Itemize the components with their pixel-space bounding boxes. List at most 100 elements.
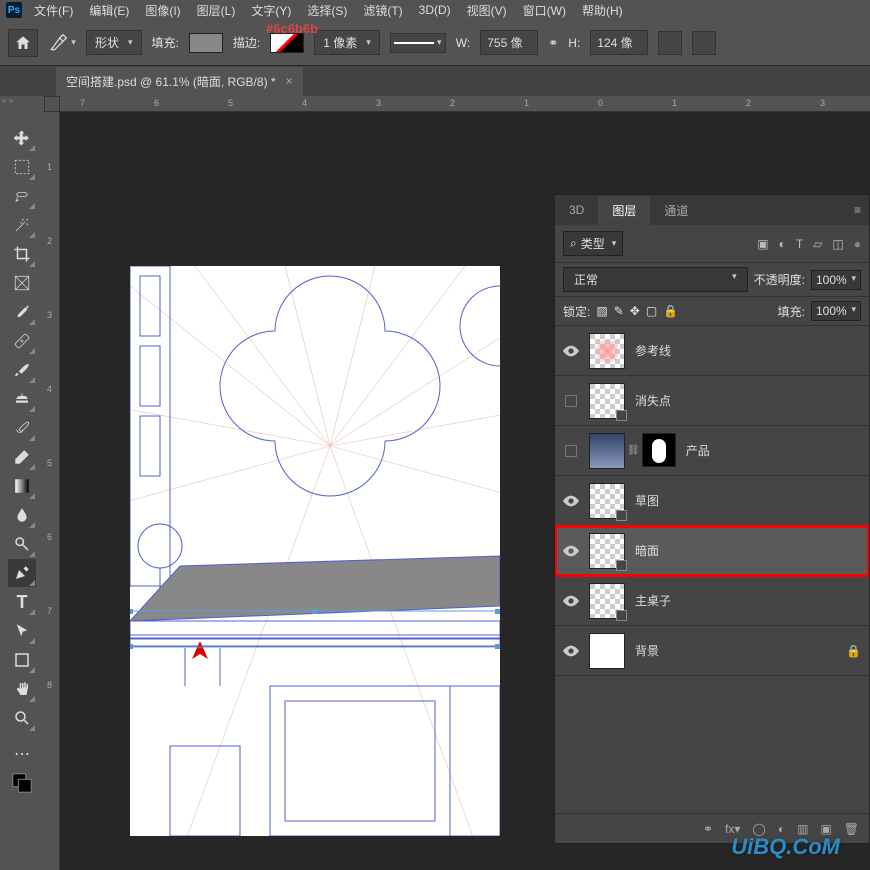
delete-layer-icon[interactable]: 🗑 (844, 822, 859, 836)
visibility-toggle[interactable] (563, 343, 579, 359)
lock-pixels-icon[interactable]: ✎ (614, 304, 624, 318)
layer-thumb[interactable] (589, 433, 625, 469)
pen-tool-indicator[interactable]: ▾ (48, 31, 76, 55)
layer-thumb[interactable] (589, 633, 625, 669)
link-icon[interactable]: ⛓ (627, 445, 640, 456)
link-wh-icon[interactable]: ⚭ (548, 36, 558, 50)
lock-position-icon[interactable]: ✥ (630, 304, 640, 318)
magic-wand-tool[interactable] (8, 211, 36, 239)
filter-smart-icon[interactable]: ◫ (832, 237, 843, 251)
hand-tool[interactable] (8, 675, 36, 703)
marquee-tool[interactable] (8, 153, 36, 181)
menu-window[interactable]: 窗口(W) (519, 0, 570, 21)
stroke-width-input[interactable]: 1 像素▾ (314, 30, 380, 55)
menu-file[interactable]: 文件(F) (30, 0, 77, 21)
menu-layer[interactable]: 图层(L) (193, 0, 240, 21)
color-swatches[interactable] (8, 769, 36, 797)
layer-thumb[interactable] (589, 383, 625, 419)
tab-3d[interactable]: 3D (555, 197, 598, 223)
filter-toggle-icon[interactable]: ● (854, 237, 861, 251)
layer-name[interactable]: 产品 (686, 442, 710, 459)
history-brush-tool[interactable] (8, 414, 36, 442)
pen-tool[interactable] (8, 559, 36, 587)
frame-tool[interactable] (8, 269, 36, 297)
lasso-tool[interactable] (8, 182, 36, 210)
layer-row[interactable]: 参考线 (555, 326, 869, 376)
filter-shape-icon[interactable]: ▱ (813, 237, 822, 251)
type-tool[interactable]: T (8, 588, 36, 616)
layer-name[interactable]: 消失点 (635, 392, 671, 409)
layer-name[interactable]: 草图 (635, 492, 659, 509)
fill-swatch[interactable] (189, 33, 223, 53)
lock-trans-icon[interactable]: ▨ (596, 304, 607, 318)
layer-row[interactable]: 主桌子 (555, 576, 869, 626)
layer-name[interactable]: 暗面 (635, 542, 659, 559)
menu-image[interactable]: 图像(I) (141, 0, 184, 21)
blur-tool[interactable] (8, 501, 36, 529)
layer-name[interactable]: 主桌子 (635, 592, 671, 609)
edit-toolbar-icon[interactable]: ⋯ (8, 740, 36, 768)
layer-row-selected[interactable]: 暗面 (555, 526, 869, 576)
brush-tool[interactable] (8, 356, 36, 384)
blend-mode-dropdown[interactable]: 正常▾ (563, 267, 748, 292)
canvas[interactable] (130, 266, 500, 836)
layer-row[interactable]: ⛓ 产品 (555, 426, 869, 476)
clone-stamp-tool[interactable] (8, 385, 36, 413)
opacity-input[interactable]: 100%▾ (811, 270, 861, 290)
zoom-tool[interactable] (8, 704, 36, 732)
layer-row[interactable]: 背景 🔒 (555, 626, 869, 676)
height-input[interactable]: 124 像 (590, 30, 648, 55)
mask-thumb[interactable] (642, 433, 676, 467)
layer-row[interactable]: 消失点 (555, 376, 869, 426)
layer-thumb[interactable] (589, 333, 625, 369)
visibility-toggle[interactable] (563, 493, 579, 509)
visibility-toggle[interactable] (563, 543, 579, 559)
lock-all-icon[interactable]: 🔒 (663, 304, 678, 318)
shape-tool[interactable] (8, 646, 36, 674)
filter-type-dropdown[interactable]: ⌕ 类型 ▾ (563, 231, 623, 256)
path-select-tool[interactable] (8, 617, 36, 645)
home-button[interactable] (8, 29, 38, 57)
filter-pixel-icon[interactable]: ▣ (757, 237, 768, 251)
filter-adjust-icon[interactable]: ◐ (779, 237, 786, 251)
close-tab-icon[interactable]: × (286, 74, 293, 88)
menu-3d[interactable]: 3D(D) (415, 1, 455, 19)
menu-help[interactable]: 帮助(H) (578, 0, 627, 21)
menu-select[interactable]: 选择(S) (303, 0, 351, 21)
move-tool[interactable] (8, 124, 36, 152)
path-ops-button[interactable] (658, 31, 682, 55)
healing-tool[interactable] (8, 327, 36, 355)
path-align-button[interactable] (692, 31, 716, 55)
menu-view[interactable]: 视图(V) (463, 0, 511, 21)
visibility-toggle[interactable] (563, 393, 579, 409)
layer-name[interactable]: 背景 (635, 642, 659, 659)
tool-mode-dropdown[interactable]: 形状▾ (86, 30, 142, 55)
menu-edit[interactable]: 编辑(E) (85, 0, 133, 21)
fill-opacity-input[interactable]: 100%▾ (811, 301, 861, 321)
eraser-tool[interactable] (8, 443, 36, 471)
document-tab[interactable]: 空间搭建.psd @ 61.1% (暗面, RGB/8) * × (56, 67, 303, 96)
tab-layers[interactable]: 图层 (598, 196, 650, 225)
toolbar-handle-icon[interactable]: « » (2, 96, 13, 104)
tab-channels[interactable]: 通道 (650, 196, 702, 225)
panel-menu-icon[interactable]: ≡ (854, 203, 861, 217)
link-layers-icon[interactable]: ⚭ (703, 822, 713, 836)
width-input[interactable]: 755 像 (480, 30, 538, 55)
crop-tool[interactable] (8, 240, 36, 268)
visibility-toggle[interactable] (563, 443, 579, 459)
layer-thumb[interactable] (589, 533, 625, 569)
menu-type[interactable]: 文字(Y) (247, 0, 295, 21)
dodge-tool[interactable] (8, 530, 36, 558)
eyedropper-tool[interactable] (8, 298, 36, 326)
layer-name[interactable]: 参考线 (635, 342, 671, 359)
layer-thumb[interactable] (589, 483, 625, 519)
visibility-toggle[interactable] (563, 593, 579, 609)
lock-artboard-icon[interactable]: ▢ (646, 304, 657, 318)
menu-filter[interactable]: 滤镜(T) (359, 0, 406, 21)
layer-thumb[interactable] (589, 583, 625, 619)
gradient-tool[interactable] (8, 472, 36, 500)
layer-row[interactable]: 草图 (555, 476, 869, 526)
visibility-toggle[interactable] (563, 643, 579, 659)
stroke-style-dropdown[interactable]: ▾ (390, 33, 446, 53)
filter-type-icon[interactable]: T (796, 237, 803, 251)
